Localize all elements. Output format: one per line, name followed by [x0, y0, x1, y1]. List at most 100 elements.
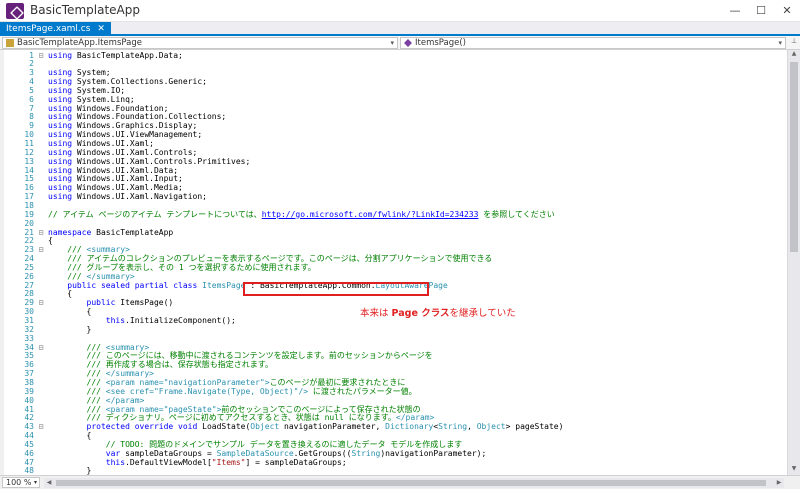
code-token: /// 再作成する場合は、保存状態も指定されます。 [48, 360, 273, 370]
scroll-down-icon[interactable]: ▼ [788, 465, 800, 475]
code-token: using [48, 121, 73, 131]
code-token: Windows.Graphics.Display; [72, 121, 198, 131]
chevron-down-icon: ▾ [33, 479, 37, 486]
code-line[interactable]: 42 /// ディクショナリ。ページに初めてアクセスするとき、状態は null … [0, 413, 787, 422]
collapse-icon[interactable]: ⊟ [36, 422, 46, 431]
code-line[interactable]: 45 // TODO: 問題のドメインでサンプル データを置き換えるのに適したデ… [0, 440, 787, 449]
collapse-icon[interactable]: ⊟ [36, 51, 46, 60]
code-line[interactable]: 23 ⊟ /// <summary> [0, 245, 787, 254]
scroll-up-icon[interactable]: ▲ [788, 50, 800, 60]
tab-close-icon[interactable]: ✕ [97, 24, 105, 34]
code-line[interactable]: 3 using System; [0, 68, 787, 77]
annotation-bold: Page クラス [391, 308, 450, 319]
class-dropdown[interactable]: BasicTemplateApp.ItemsPage ▾ [2, 37, 398, 49]
code-line[interactable]: 13 using Windows.UI.Xaml.Controls.Primiti… [0, 157, 787, 166]
code-line[interactable]: 47 this.DefaultViewModel["Items"] = samp… [0, 458, 787, 467]
code-line[interactable]: 4 using System.Collections.Generic; [0, 77, 787, 86]
code-line[interactable]: 12 using Windows.UI.Xaml.Controls; [0, 148, 787, 157]
code-text: using Windows.UI.Xaml; [48, 139, 154, 148]
code-token: SampleDataSource [216, 448, 294, 458]
code-line[interactable]: 39 /// <see cref="Frame.Navigate(Type, O… [0, 387, 787, 396]
line-number: 16 [24, 183, 34, 193]
code-line[interactable]: 33 [0, 334, 787, 343]
code-token: /// [48, 271, 87, 281]
code-line[interactable]: 20 [0, 219, 787, 228]
line-number: 45 [24, 439, 34, 449]
code-line[interactable]: 26 /// </summary> [0, 272, 787, 281]
code-line[interactable]: 16 using Windows.UI.Xaml.Media; [0, 183, 787, 192]
scroll-left-icon[interactable]: ◀ [44, 478, 54, 488]
code-text: using Windows.UI.ViewManagement; [48, 130, 202, 139]
code-token: System.Collections.Generic; [72, 77, 207, 87]
code-line[interactable]: 37 /// </summary> [0, 369, 787, 378]
code-line[interactable]: 14 using Windows.UI.Xaml.Data; [0, 166, 787, 175]
line-number: 42 [24, 413, 34, 423]
code-text: /// <summary> [48, 245, 130, 254]
code-line[interactable]: 2 [0, 59, 787, 68]
code-line[interactable]: 9 using Windows.Graphics.Display; [0, 121, 787, 130]
code-line[interactable]: 7 using Windows.Foundation; [0, 104, 787, 113]
horizontal-scrollbar[interactable]: ◀ ▶ [44, 478, 784, 488]
code-line[interactable]: 5 using System.IO; [0, 86, 787, 95]
code-line[interactable]: 18 [0, 201, 787, 210]
code-line[interactable]: 40 /// </param> [0, 396, 787, 405]
window-title: BasicTemplateApp [30, 3, 140, 17]
code-line[interactable]: 19 // アイテム ページのアイテム テンプレートについては、http://go… [0, 210, 787, 219]
code-line[interactable]: 44 { [0, 431, 787, 440]
close-button[interactable]: ✕ [774, 0, 800, 22]
horizontal-scroll-thumb[interactable] [56, 480, 766, 486]
code-line[interactable]: 1 ⊟ using BasicTemplateApp.Data; [0, 51, 787, 60]
tab-itemspage-xaml-cs[interactable]: ItemsPage.xaml.cs ✕ [0, 22, 111, 36]
code-editor[interactable]: 1 ⊟ using BasicTemplateApp.Data; 2 3 using Sy… [0, 50, 787, 475]
vertical-scrollbar[interactable]: ▲ ▼ [787, 50, 800, 475]
annotation-text: 本来は Page クラスを継承していた [360, 308, 516, 319]
scroll-right-icon[interactable]: ▶ [774, 478, 784, 488]
code-text: /// </summary> [48, 369, 154, 378]
code-line[interactable]: 48 } [0, 466, 787, 475]
line-number: 22 [24, 236, 34, 246]
code-text: using System.IO; [48, 86, 125, 95]
code-line[interactable]: 24 /// アイテムのコレクションのプレビューを表示するページです。このページ… [0, 254, 787, 263]
code-text: { [48, 307, 92, 316]
code-token: { [48, 289, 73, 299]
collapse-icon[interactable]: ⊟ [36, 245, 46, 254]
code-line[interactable]: 10 using Windows.UI.ViewManagement; [0, 130, 787, 139]
code-line[interactable]: 32 } [0, 325, 787, 334]
code-line[interactable]: 6 using System.Linq; [0, 95, 787, 104]
line-number: 43 [24, 422, 34, 432]
code-token: String [438, 422, 468, 432]
chevron-down-icon: ▾ [390, 39, 394, 47]
member-dropdown[interactable]: ItemsPage() ▾ [400, 37, 786, 49]
code-line[interactable]: 46 var sampleDataGroups = SampleDataSour… [0, 449, 787, 458]
code-line[interactable]: 38 /// <param name="navigationParameter"… [0, 378, 787, 387]
split-window-button[interactable]: ⊥ [789, 37, 799, 49]
zoom-dropdown[interactable]: 100 % ▾ [2, 477, 40, 488]
maximize-button[interactable]: ☐ [748, 0, 774, 22]
collapse-icon[interactable]: ⊟ [36, 298, 46, 307]
vertical-scroll-thumb[interactable] [790, 62, 798, 252]
line-number: 32 [24, 324, 34, 334]
line-number: 30 [24, 307, 34, 317]
code-token: Windows.Foundation; [72, 103, 169, 113]
code-text: /// <param name="navigationParameter">この… [48, 378, 406, 387]
code-line[interactable]: 8 using Windows.Foundation.Collections; [0, 112, 787, 121]
code-token: } [48, 466, 92, 475]
code-line[interactable]: 36 /// 再作成する場合は、保存状態も指定されます。 [0, 360, 787, 369]
code-token[interactable]: http://go.microsoft.com/fwlink/?LinkId=2… [262, 210, 479, 219]
code-line[interactable]: 22 { [0, 236, 787, 245]
collapse-icon[interactable]: ⊟ [36, 228, 46, 237]
line-number: 33 [24, 333, 34, 343]
collapse-icon[interactable]: ⊟ [36, 343, 46, 352]
code-line[interactable]: 21 ⊟ namespace BasicTemplateApp [0, 228, 787, 237]
minimize-button[interactable]: — [722, 0, 748, 22]
code-line[interactable]: 15 using Windows.UI.Xaml.Input; [0, 174, 787, 183]
line-number: 34 [24, 342, 34, 352]
code-line[interactable]: 43 ⊟ protected override void LoadState(Ob… [0, 422, 787, 431]
code-text: { [48, 431, 92, 440]
code-line[interactable]: 11 using Windows.UI.Xaml; [0, 139, 787, 148]
code-line[interactable]: 17 using Windows.UI.Xaml.Navigation; [0, 192, 787, 201]
code-token: /// [48, 369, 106, 379]
code-line[interactable]: 25 /// グループを表示し、その 1 つを選択するために使用されます。 [0, 263, 787, 272]
